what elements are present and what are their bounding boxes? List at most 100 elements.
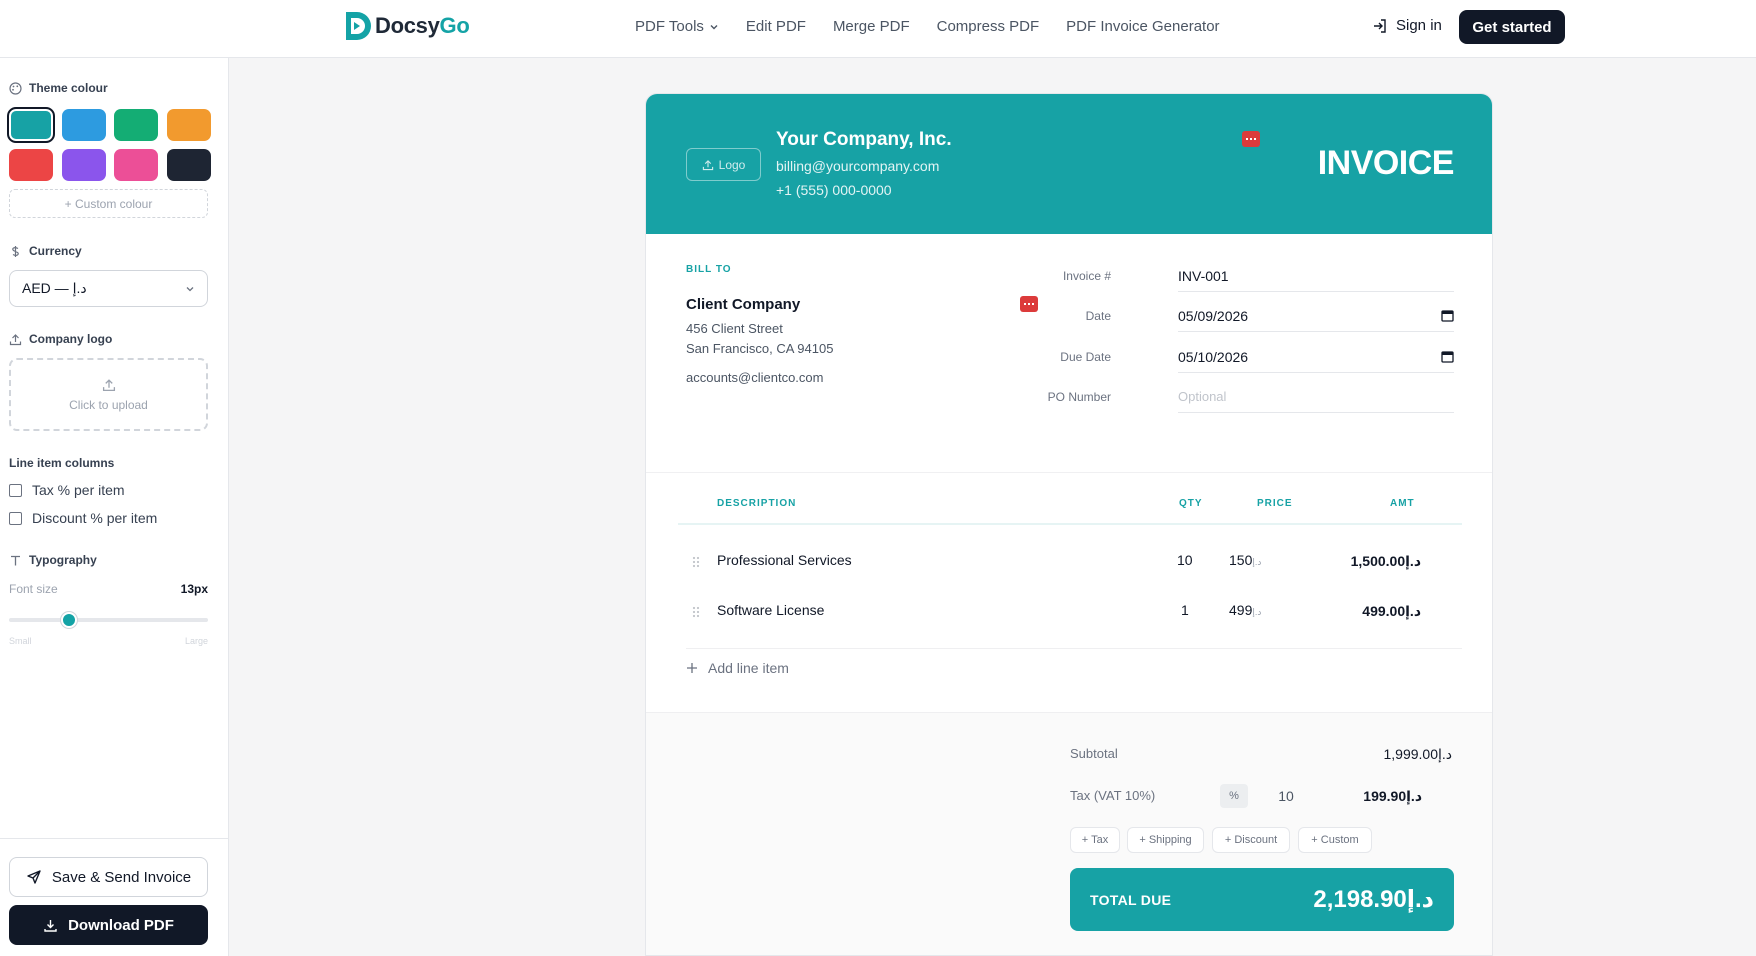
chevron-down-icon: [710, 24, 718, 29]
settings-sidebar: Theme colour + Custom colour Currency AE…: [0, 58, 229, 956]
nav-pdf-tools[interactable]: PDF Tools: [635, 18, 719, 35]
slider-thumb[interactable]: [60, 612, 77, 628]
plus-icon: [687, 663, 697, 673]
total-due-value: 2,198.90د.إ: [1313, 886, 1434, 913]
po-number-input[interactable]: Optional: [1178, 381, 1454, 413]
nav-compress-pdf[interactable]: Compress PDF: [937, 18, 1040, 35]
font-size-row: Font size 13px: [9, 582, 208, 596]
save-send-invoice-button[interactable]: Save & Send Invoice: [9, 857, 208, 897]
checkbox[interactable]: [9, 511, 22, 525]
item-qty[interactable]: 1: [1181, 602, 1189, 618]
bill-to-label: BILL TO: [686, 264, 732, 275]
add-line-item-button[interactable]: Add line item: [686, 660, 789, 676]
add-discount-chip[interactable]: + Discount: [1212, 827, 1290, 853]
dollar-icon: [12, 245, 19, 257]
checkbox[interactable]: [9, 483, 22, 497]
brand-name: DocsyGo: [375, 13, 470, 38]
client-name[interactable]: Client Company: [686, 296, 800, 313]
discount-per-item-checkbox[interactable]: Discount % per item: [9, 510, 157, 526]
column-header-price: PRICE: [1257, 498, 1293, 509]
invoice-number-input[interactable]: INV-001: [1178, 260, 1454, 292]
chevron-down-icon: [186, 286, 194, 291]
currency-select[interactable]: AED — د.إ: [9, 270, 208, 307]
palette-icon: [9, 81, 22, 95]
item-description[interactable]: Software License: [717, 602, 824, 618]
send-icon: [27, 870, 41, 884]
item-amount: 499.00د.إ: [1362, 603, 1421, 619]
theme-swatch[interactable]: [61, 109, 106, 141]
calendar-icon[interactable]: [1441, 350, 1454, 363]
sidebar-footer: Save & Send Invoice Download PDF: [0, 838, 229, 956]
theme-swatch[interactable]: [166, 149, 211, 181]
theme-swatch[interactable]: [114, 149, 158, 181]
drag-handle-icon[interactable]: [692, 556, 700, 568]
font-size-slider[interactable]: [9, 612, 208, 628]
subtotal-label: Subtotal: [1070, 746, 1118, 761]
total-due-label: TOTAL DUE: [1090, 891, 1172, 908]
upload-icon: [702, 159, 713, 170]
theme-swatch[interactable]: [7, 107, 55, 143]
column-header-amount: AMT: [1390, 498, 1415, 509]
nav-merge-pdf[interactable]: Merge PDF: [833, 18, 910, 35]
currency-label: Currency: [9, 244, 82, 258]
company-name[interactable]: Your Company, Inc.: [776, 129, 952, 151]
item-description[interactable]: Professional Services: [717, 552, 852, 568]
logo-upload-dropzone[interactable]: Click to upload: [9, 358, 208, 431]
invoice-number-label: Invoice #: [1062, 269, 1111, 283]
invoice-preview: Logo Your Company, Inc. billing@yourcomp…: [645, 93, 1493, 956]
due-date-input[interactable]: 05/10/2026: [1178, 341, 1454, 373]
item-qty[interactable]: 10: [1177, 552, 1193, 568]
column-header-qty: QTY: [1179, 498, 1203, 509]
brand-logo[interactable]: DocsyGo: [343, 10, 470, 42]
row-separator: [686, 648, 1462, 649]
upload-icon: [9, 333, 22, 345]
custom-colour-button[interactable]: + Custom colour: [9, 189, 208, 218]
theme-swatch[interactable]: [9, 149, 53, 181]
font-size-label: Font size: [9, 582, 58, 596]
item-price[interactable]: 150: [1229, 552, 1263, 568]
drag-handle-icon[interactable]: [692, 606, 700, 618]
docsygo-logo-icon: [346, 12, 371, 40]
date-input[interactable]: 05/09/2026: [1178, 300, 1454, 332]
theme-swatch[interactable]: [61, 149, 106, 181]
invoice-title: INVOICE: [1317, 144, 1455, 182]
download-pdf-button[interactable]: Download PDF: [9, 905, 208, 945]
client-street[interactable]: 456 Client Street: [686, 321, 783, 336]
calendar-icon[interactable]: [1441, 309, 1454, 322]
main-nav: PDF Tools Edit PDF Merge PDF Compress PD…: [635, 18, 1220, 35]
add-custom-chip[interactable]: + Custom: [1298, 827, 1372, 853]
get-started-button[interactable]: Get started: [1459, 10, 1565, 44]
sign-in-link[interactable]: Sign in: [1372, 17, 1442, 34]
font-size-value: 13px: [180, 582, 208, 596]
nav-edit-pdf[interactable]: Edit PDF: [746, 18, 806, 35]
nav-pdf-invoice-generator[interactable]: PDF Invoice Generator: [1066, 18, 1219, 35]
upload-icon: [102, 378, 115, 391]
header-underline: [678, 523, 1462, 525]
add-shipping-chip[interactable]: + Shipping: [1127, 827, 1204, 853]
total-due-banner: TOTAL DUE 2,198.90د.إ: [1070, 868, 1454, 931]
tax-unit-toggle[interactable]: %: [1220, 784, 1248, 808]
tax-per-item-checkbox[interactable]: Tax % per item: [9, 482, 125, 498]
date-label: Date: [1085, 309, 1111, 323]
company-email[interactable]: billing@yourcompany.com: [776, 158, 939, 174]
due-date-label: Due Date: [1060, 350, 1111, 364]
client-email[interactable]: accounts@clientco.com: [686, 370, 823, 385]
sign-in-icon: [1374, 18, 1386, 33]
po-number-label: PO Number: [1047, 390, 1111, 404]
more-options-icon[interactable]: [1242, 131, 1260, 147]
tax-amount: 199.90د.إ: [1363, 788, 1422, 804]
section-divider: [646, 472, 1492, 473]
typography-label: Typography: [9, 553, 97, 567]
theme-swatch[interactable]: [114, 109, 158, 141]
top-navigation-bar: DocsyGo PDF Tools Edit PDF Merge PDF Com…: [0, 0, 1756, 58]
tax-label[interactable]: Tax (VAT 10%): [1070, 788, 1155, 803]
client-city[interactable]: San Francisco, CA 94105: [686, 341, 833, 356]
company-logo-label: Company logo: [9, 332, 112, 346]
subtotal-value: 1,999.00د.إ: [1383, 746, 1452, 762]
theme-swatch[interactable]: [166, 109, 211, 141]
add-tax-chip[interactable]: + Tax: [1070, 827, 1120, 853]
item-price[interactable]: 499: [1229, 602, 1263, 618]
add-logo-button[interactable]: Logo: [686, 148, 761, 181]
company-phone[interactable]: +1 (555) 000-0000: [776, 182, 892, 198]
tax-rate-input[interactable]: 10: [1261, 788, 1311, 804]
